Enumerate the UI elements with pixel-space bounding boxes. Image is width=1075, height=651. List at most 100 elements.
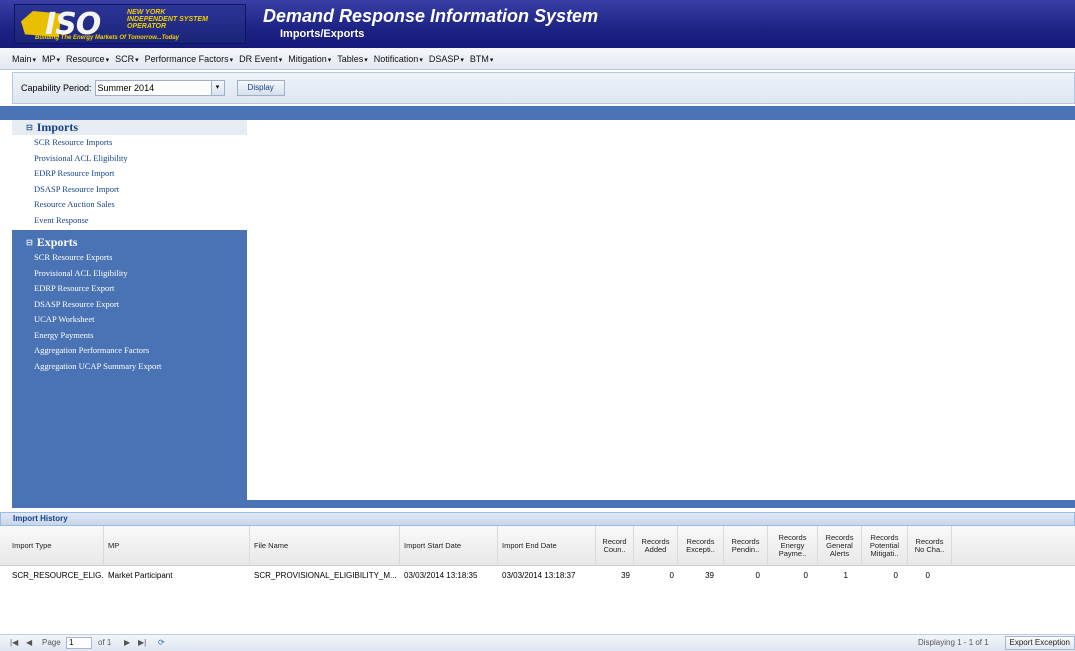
menu-main[interactable]: Main▾	[12, 54, 36, 64]
menu-tables[interactable]: Tables▾	[337, 54, 368, 64]
column-header-records-potential-mitigation[interactable]: Records Potential Mitigati..	[862, 526, 908, 566]
page-label: Page	[42, 638, 61, 647]
chevron-down-icon: ▾	[419, 56, 423, 64]
menu-resource[interactable]: Resource▾	[66, 54, 109, 64]
chevron-down-icon[interactable]: ▾	[210, 81, 224, 95]
cell-records-pending: 0	[755, 571, 760, 580]
sidebar-item-ucap-worksheet[interactable]: UCAP Worksheet	[12, 312, 247, 328]
capability-toolbar: Capability Period: Summer 2014 ▾ Display	[12, 72, 1075, 104]
sidebar-item-resource-auction-sales[interactable]: Resource Auction Sales	[12, 197, 247, 213]
imports-header[interactable]: ⊟ Imports	[12, 120, 247, 135]
column-header-records-general-alerts[interactable]: Records General Alerts	[818, 526, 862, 566]
menu-performance-factors[interactable]: Performance Factors▾	[145, 54, 234, 64]
content-area	[247, 120, 1075, 500]
collapse-icon[interactable]: ⊟	[26, 123, 33, 132]
sidebar-item-event-response[interactable]: Event Response	[12, 213, 247, 229]
column-header-record-count[interactable]: Record Coun..	[596, 526, 634, 566]
column-header-import-start-date[interactable]: Import Start Date	[400, 526, 498, 566]
chevron-down-icon: ▾	[135, 56, 139, 64]
nyiso-logo[interactable]: ISO New York Independent System Operator…	[14, 4, 246, 44]
chevron-down-icon: ▾	[32, 56, 37, 64]
page-number-input[interactable]: 1	[66, 637, 92, 649]
page-count-label: of 1	[98, 638, 112, 647]
menu-scr[interactable]: SCR▾	[115, 54, 139, 64]
cell-records-energy-payments: 0	[803, 571, 808, 580]
sidebar-item-provisional-acl-eligibility-export[interactable]: Provisional ACL Eligibility	[12, 266, 247, 282]
refresh-icon[interactable]: ⟳	[158, 638, 165, 647]
capability-period-select[interactable]: Summer 2014 ▾	[94, 80, 225, 96]
logo-org-text: New York Independent System Operator	[127, 9, 208, 30]
exports-panel: ⊟ Exports SCR Resource Exports Provision…	[12, 235, 247, 374]
cell-mp: Market Participant	[108, 571, 173, 580]
column-header-records-no-change[interactable]: Records No Cha..	[908, 526, 952, 566]
app-title: Demand Response Information System	[263, 6, 599, 26]
chevron-down-icon: ▾	[364, 56, 368, 64]
chevron-down-icon: ▾	[105, 56, 110, 64]
capability-period-label: Capability Period:	[21, 83, 92, 93]
page-subtitle: Imports/Exports	[280, 28, 365, 40]
sidebar-item-dsasp-resource-export[interactable]: DSASP Resource Export	[12, 297, 247, 313]
sidebar-item-edrp-resource-export[interactable]: EDRP Resource Export	[12, 281, 247, 297]
chevron-down-icon: ▾	[56, 56, 61, 64]
grid-header-row: Import Type MP File Name Import Start Da…	[0, 526, 1075, 566]
chevron-down-icon: ▾	[278, 56, 283, 64]
imports-title: Imports	[36, 120, 79, 134]
menu-dr-event[interactable]: DR Event▾	[239, 54, 282, 64]
imports-panel: ⊟ Imports SCR Resource Imports Provision…	[12, 120, 247, 230]
import-history-grid: Import History Import Type MP File Name …	[0, 512, 1075, 651]
content-divider	[247, 500, 1075, 508]
column-header-mp[interactable]: MP	[104, 526, 250, 566]
sidebar-item-provisional-acl-eligibility-import[interactable]: Provisional ACL Eligibility	[12, 151, 247, 167]
column-header-records-energy-payments[interactable]: Records Energy Payme..	[768, 526, 818, 566]
cell-import-start-date: 03/03/2014 13:18:35	[404, 571, 478, 580]
capability-period-value: Summer 2014	[97, 83, 155, 93]
column-header-file-name[interactable]: File Name	[250, 526, 400, 566]
column-header-import-type[interactable]: Import Type	[8, 526, 104, 566]
grid-paging-toolbar: |◀ ◀ Page 1 of 1 ▶ ▶| ⟳ Displaying 1 - 1…	[0, 634, 1075, 651]
cell-records-exceptions: 39	[705, 571, 714, 580]
sidebar-item-scr-resource-imports[interactable]: SCR Resource Imports	[12, 135, 247, 151]
main-menu-bar: Main▾ MP▾ Resource▾ SCR▾ Performance Fac…	[0, 48, 1075, 70]
column-header-records-added[interactable]: Records Added	[634, 526, 678, 566]
app-header: ISO New York Independent System Operator…	[0, 0, 1075, 48]
sidebar-item-aggregation-ucap-summary-export[interactable]: Aggregation UCAP Summary Export	[12, 359, 247, 375]
first-page-icon[interactable]: |◀	[10, 638, 18, 647]
column-header-import-end-date[interactable]: Import End Date	[498, 526, 596, 566]
sidebar-item-edrp-resource-import[interactable]: EDRP Resource Import	[12, 166, 247, 182]
logo-tagline: Building The Energy Markets Of Tomorrow.…	[35, 35, 180, 41]
cell-import-end-date: 03/03/2014 13:18:37	[502, 571, 576, 580]
menu-mp[interactable]: MP▾	[42, 54, 60, 64]
exports-header[interactable]: ⊟ Exports	[12, 235, 247, 250]
exports-list: SCR Resource Exports Provisional ACL Eli…	[12, 250, 247, 374]
cell-records-potential-mitigation: 0	[893, 571, 898, 580]
table-row[interactable]: SCR_RESOURCE_ELIG... Market Participant …	[0, 568, 1075, 584]
column-header-records-exceptions[interactable]: Records Excepti..	[678, 526, 724, 566]
chevron-down-icon: ▾	[489, 56, 494, 64]
export-exception-button[interactable]: Export Exception	[1004, 636, 1075, 650]
sidebar-item-energy-payments[interactable]: Energy Payments	[12, 328, 247, 344]
chevron-down-icon: ▾	[327, 56, 332, 64]
last-page-icon[interactable]: ▶|	[138, 638, 146, 647]
sidebar-item-aggregation-performance-factors[interactable]: Aggregation Performance Factors	[12, 343, 247, 359]
column-header-records-pending[interactable]: Records Pendin..	[724, 526, 768, 566]
divider-band	[0, 106, 1075, 120]
exports-title: Exports	[36, 235, 78, 249]
cell-record-count: 39	[621, 571, 630, 580]
grid-title: Import History	[0, 512, 1075, 526]
menu-dsasp[interactable]: DSASP▾	[429, 54, 464, 64]
sidebar-item-scr-resource-exports[interactable]: SCR Resource Exports	[12, 250, 247, 266]
cell-import-type: SCR_RESOURCE_ELIG...	[12, 571, 104, 580]
sidebar-item-dsasp-resource-import[interactable]: DSASP Resource Import	[12, 182, 247, 198]
cell-file-name: SCR_PROVISIONAL_ELIGIBILITY_M...	[254, 571, 397, 580]
chevron-down-icon: ▾	[460, 56, 464, 64]
collapse-icon[interactable]: ⊟	[26, 238, 33, 247]
menu-notification[interactable]: Notification▾	[374, 54, 423, 64]
cell-records-general-alerts: 1	[843, 571, 848, 580]
menu-btm[interactable]: BTM▾	[470, 54, 494, 64]
display-button[interactable]: Display	[236, 80, 285, 96]
sidebar: ⊟ Imports SCR Resource Imports Provision…	[12, 120, 247, 508]
next-page-icon[interactable]: ▶	[124, 638, 130, 647]
menu-mitigation[interactable]: Mitigation▾	[288, 54, 331, 64]
displaying-count: Displaying 1 - 1 of 1	[918, 638, 989, 647]
previous-page-icon[interactable]: ◀	[26, 638, 32, 647]
